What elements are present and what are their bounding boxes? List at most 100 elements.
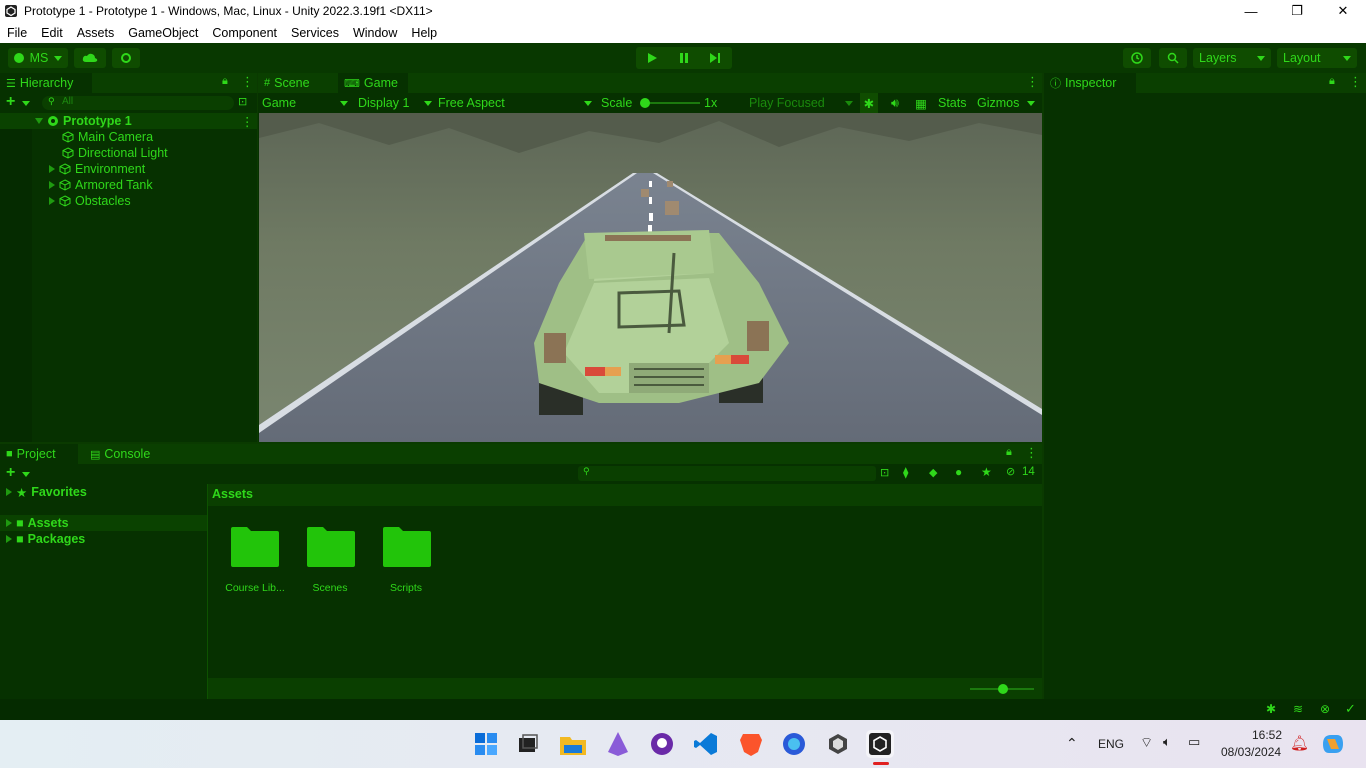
tab-console[interactable]: ▤ Console [84,444,164,464]
tree-item-favorites[interactable]: ★ Favorites [6,484,87,500]
network-icon[interactable]: ⊗ [1320,702,1330,716]
expand-arrow-icon[interactable] [49,181,55,189]
debug-icon[interactable]: ✱ [1266,702,1276,716]
chevron-down-icon[interactable] [22,101,30,106]
keyboard-icon[interactable]: ▦ [912,93,930,113]
more-options-icon[interactable]: ⋮ [1025,445,1038,461]
lock-icon[interactable]: 🔒︎ [1329,75,1335,88]
menu-help[interactable]: Help [404,26,444,40]
start-icon[interactable] [472,730,500,758]
icon-size-slider-handle[interactable] [998,684,1008,694]
brave-icon[interactable] [737,730,765,758]
breadcrumb-assets[interactable]: Assets [212,487,253,501]
speaker-icon[interactable]: 🔊︎ [886,93,904,113]
history-button[interactable] [1123,48,1151,68]
layout-dropdown[interactable]: Layout [1277,48,1357,68]
collab-button[interactable] [112,48,140,68]
menu-assets[interactable]: Assets [70,26,122,40]
minimize-button[interactable]: — [1228,4,1274,19]
more-options-icon[interactable]: ⋮ [1026,74,1039,90]
file-explorer-icon[interactable] [559,730,587,758]
expand-arrow-icon[interactable] [6,519,12,527]
expand-arrow-icon[interactable] [49,197,55,205]
scale-slider-handle[interactable] [640,98,650,108]
menu-window[interactable]: Window [346,26,404,40]
close-button[interactable]: ✕ [1320,3,1366,19]
hierarchy-item[interactable]: Armored Tank [49,177,153,193]
hidden-packages-icon[interactable]: ⊘ [1006,465,1015,478]
expand-arrow-icon[interactable] [35,118,43,124]
add-button[interactable]: + [6,93,15,111]
search-button[interactable] [1159,48,1187,68]
volume-icon[interactable]: 🔈︎ [1163,734,1171,750]
tree-item-assets[interactable]: ■ Assets [0,515,207,531]
icon-size-slider[interactable] [970,684,1034,694]
stats-button[interactable]: Stats [938,93,967,113]
aspect-dropdown[interactable]: Free Aspect [438,93,592,113]
hierarchy-search-input[interactable]: ⚲ All [42,96,234,110]
maximize-button[interactable]: ❐ [1274,3,1320,19]
unity-editor-icon[interactable] [866,730,894,758]
tab-inspector[interactable]: ⓘ Inspector [1044,73,1136,93]
tab-game[interactable]: ⌨︎ Game [338,73,408,93]
expand-arrow-icon[interactable] [49,165,55,173]
menu-file[interactable]: File [0,26,34,40]
hierarchy-item[interactable]: Environment [49,161,145,177]
project-search-input[interactable]: ⚲ [578,466,876,481]
tree-item-packages[interactable]: ■ Packages [6,531,85,547]
play-focused-dropdown[interactable]: Play Focused [749,93,853,113]
language-indicator[interactable]: ENG [1098,737,1124,751]
more-options-icon[interactable]: ⋮ [1349,74,1362,90]
menu-edit[interactable]: Edit [34,26,70,40]
more-options-icon[interactable]: ⋮ [241,74,254,90]
game-viewport[interactable] [259,113,1042,442]
gizmos-button[interactable]: Gizmos [977,93,1019,113]
step-button[interactable] [700,47,730,69]
copilot-icon[interactable] [1320,732,1346,756]
star-icon[interactable]: ★ [981,465,992,479]
chevron-down-icon[interactable] [22,472,30,477]
play-button[interactable] [637,47,667,69]
check-icon[interactable]: ✓ [1345,701,1356,717]
expand-arrow-icon[interactable] [6,535,12,543]
task-view-icon[interactable] [514,730,542,758]
game-mode-dropdown[interactable]: Game [262,93,348,113]
hierarchy-item[interactable]: Obstacles [49,193,131,209]
app-crystal-icon[interactable] [604,730,632,758]
clock-date[interactable]: 08/03/2024 [1221,745,1281,759]
filter-type-icon[interactable]: ⧫ [903,466,908,479]
notification-bell-icon[interactable]: 🔔︎ [1290,734,1309,752]
unity-hub-icon[interactable] [824,730,852,758]
lock-icon[interactable]: 🔒︎ [1006,446,1012,459]
vscode-icon[interactable] [692,730,720,758]
display-dropdown[interactable]: Display 1 [358,93,432,113]
github-icon[interactable] [648,730,676,758]
menu-gameobject[interactable]: GameObject [121,26,205,40]
layers-stack-icon[interactable]: ≋ [1293,702,1303,716]
search-scope-icon[interactable]: ⊡ [880,466,889,479]
tab-project[interactable]: ■ Project [0,444,78,464]
hierarchy-item[interactable]: Main Camera [62,129,153,145]
wifi-icon[interactable]: ⌔ [1140,734,1153,752]
cloud-button[interactable] [74,48,106,68]
clock-time[interactable]: 16:52 [1252,728,1282,742]
tab-scene[interactable]: # Scene [258,73,336,93]
gizmos-dropdown[interactable] [1027,93,1035,113]
menu-component[interactable]: Component [205,26,284,40]
label-tag-icon[interactable]: ◆ [929,466,937,479]
lock-icon[interactable]: 🔒︎ [222,75,228,88]
more-options-icon[interactable]: ⋮ [241,114,254,129]
scene-visibility-icon[interactable]: ⊡ [238,95,247,108]
firefox-icon[interactable] [780,730,808,758]
expand-arrow-icon[interactable] [6,488,12,496]
pause-button[interactable] [669,47,699,69]
hierarchy-item[interactable]: Directional Light [62,145,168,161]
menu-services[interactable]: Services [284,26,346,40]
scene-row[interactable]: Prototype 1 ⋮ [0,113,257,129]
layers-dropdown[interactable]: Layers [1193,48,1271,68]
warning-icon[interactable]: ● [955,465,962,479]
tab-hierarchy[interactable]: ☰ Hierarchy [0,73,92,93]
chevron-up-icon[interactable]: ⌃ [1066,735,1078,752]
scale-slider[interactable] [640,98,700,108]
account-dropdown[interactable]: MS [8,48,68,68]
